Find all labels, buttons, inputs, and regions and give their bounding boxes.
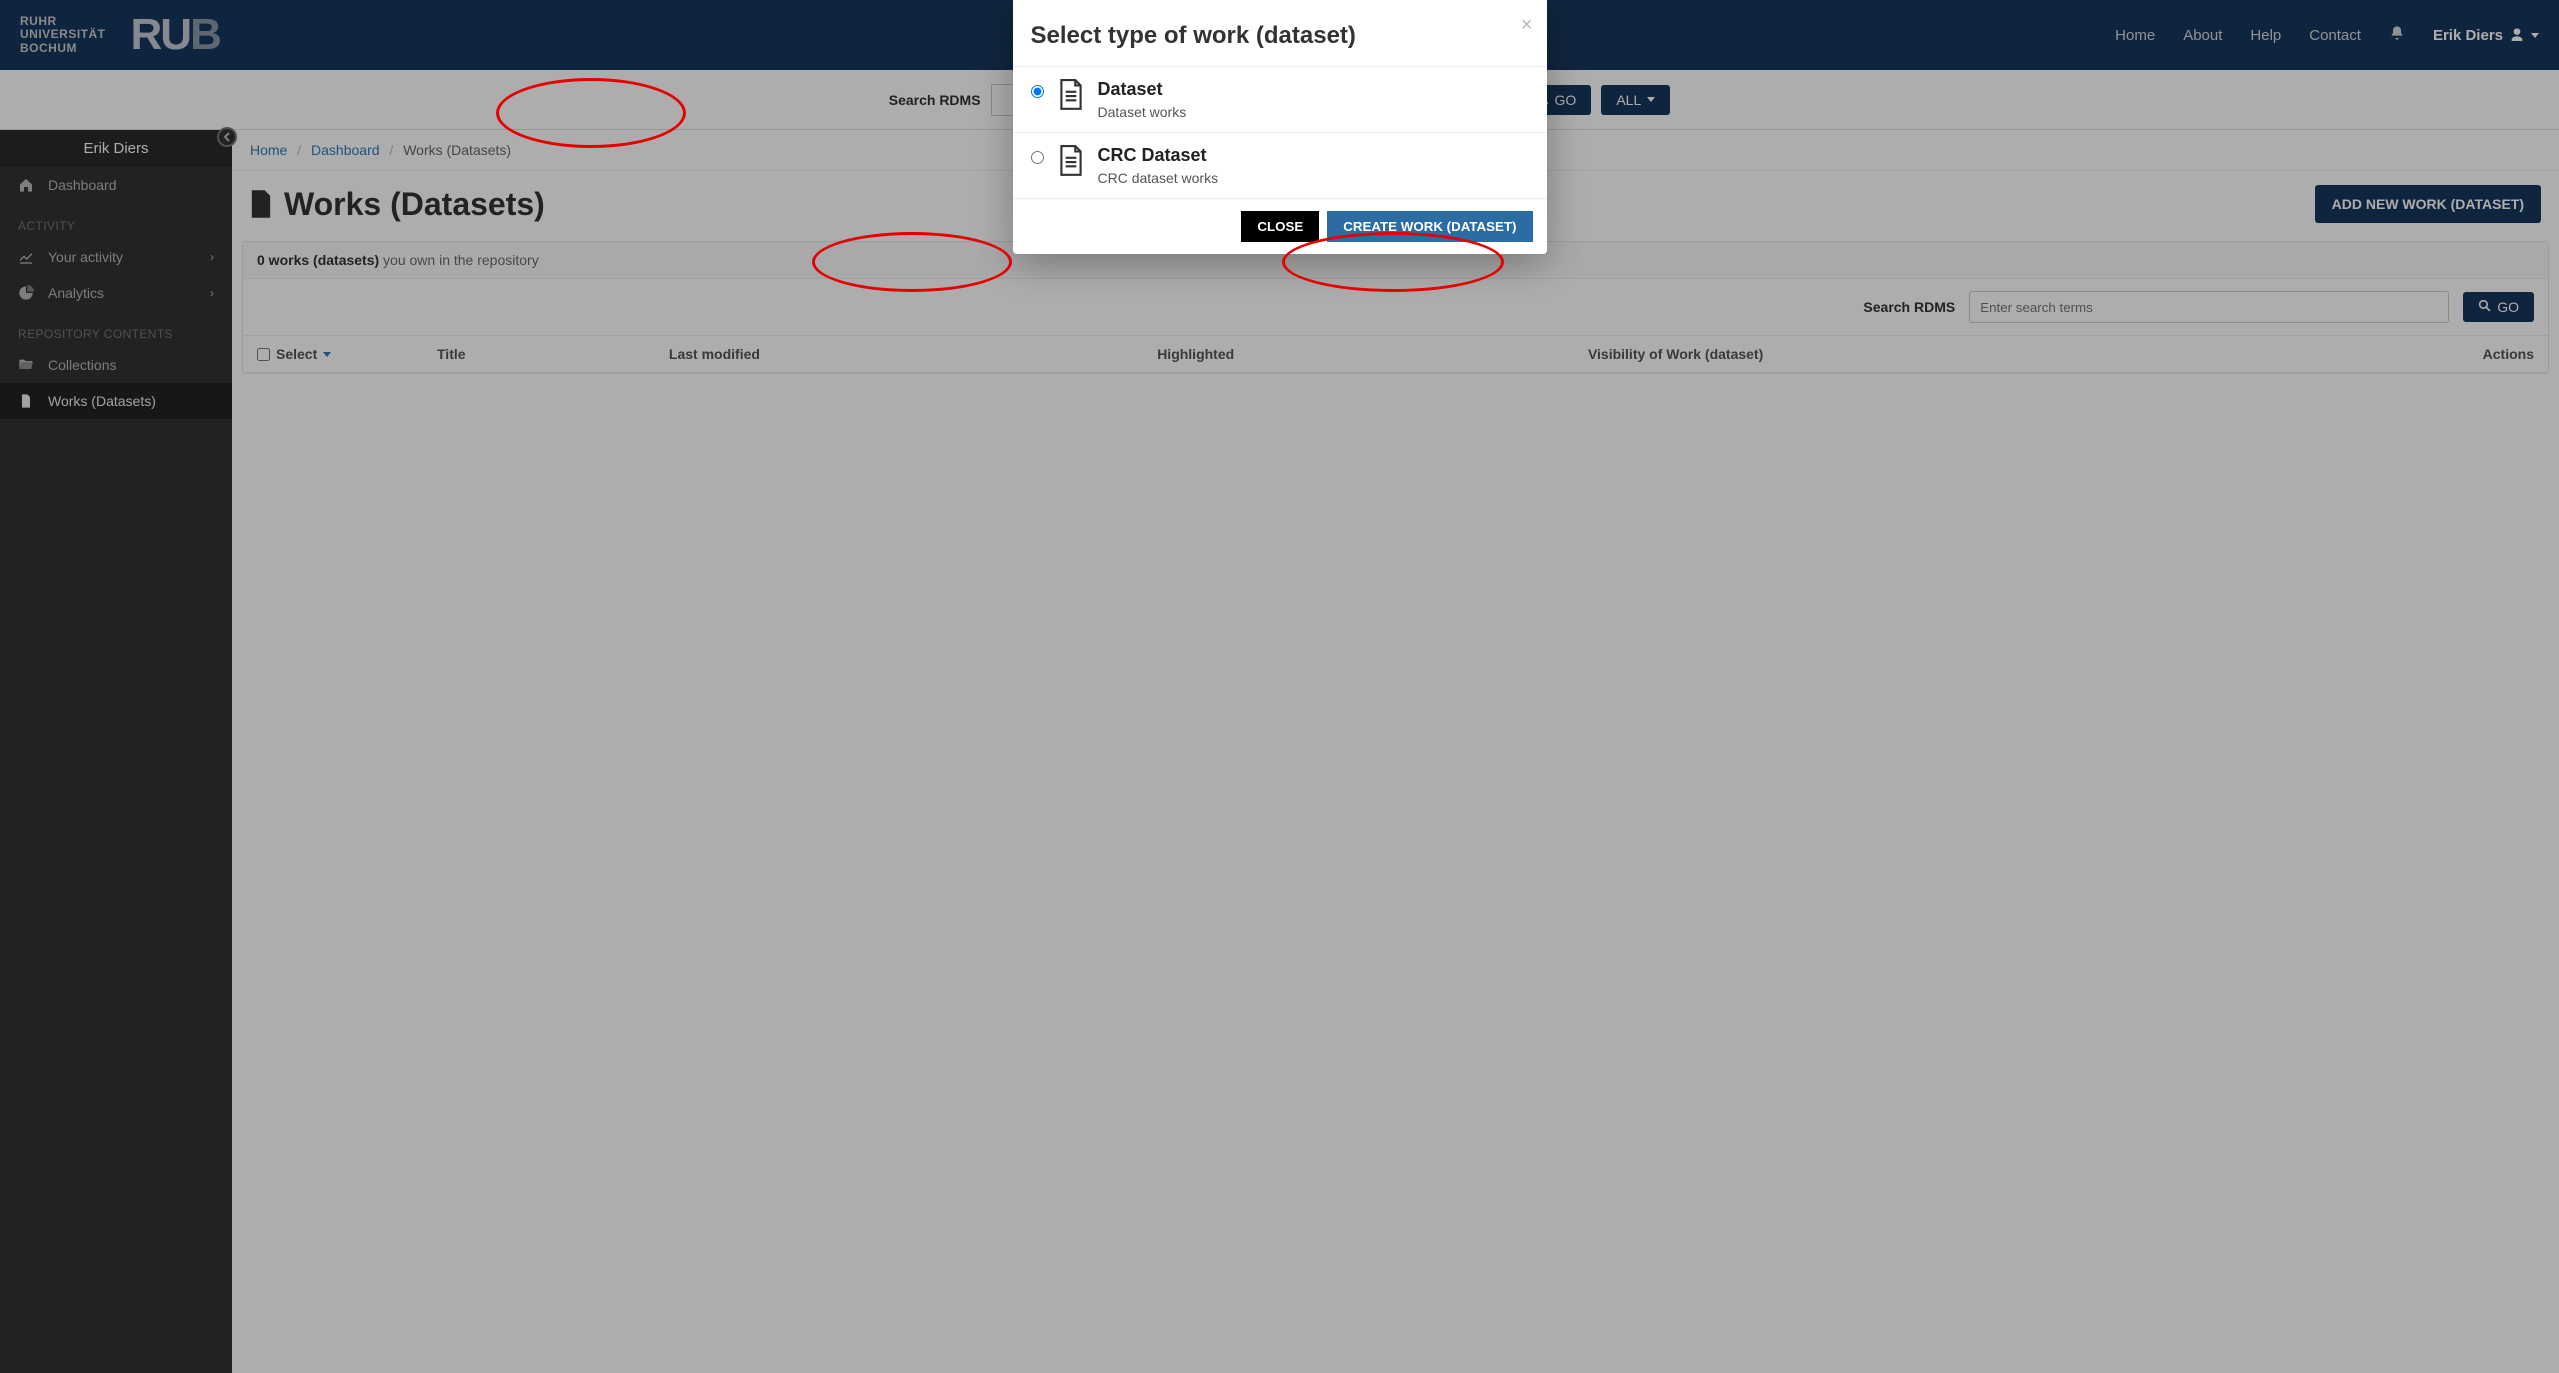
work-type-desc: CRC dataset works [1098,170,1219,186]
modal-close-button[interactable]: CLOSE [1241,211,1319,242]
document-lines-icon [1058,79,1084,111]
work-type-option-crc[interactable]: CRC Dataset CRC dataset works [1013,132,1547,198]
modal-footer: CLOSE CREATE WORK (DATASET) [1013,198,1547,254]
modal-title-row: Select type of work (dataset) × [1013,0,1547,66]
work-type-title: Dataset [1098,79,1187,100]
modal-create-button[interactable]: CREATE WORK (DATASET) [1327,211,1532,242]
select-work-type-modal: Select type of work (dataset) × Dataset … [1013,0,1547,254]
modal-title: Select type of work (dataset) [1031,22,1356,49]
work-type-title: CRC Dataset [1098,145,1219,166]
work-type-radio-crc[interactable] [1031,151,1044,164]
work-type-radio-dataset[interactable] [1031,85,1044,98]
close-icon: × [1521,14,1533,36]
work-type-desc: Dataset works [1098,104,1187,120]
work-type-option-dataset[interactable]: Dataset Dataset works [1013,66,1547,132]
document-lines-icon [1058,145,1084,177]
modal-close-x[interactable]: × [1521,14,1533,37]
